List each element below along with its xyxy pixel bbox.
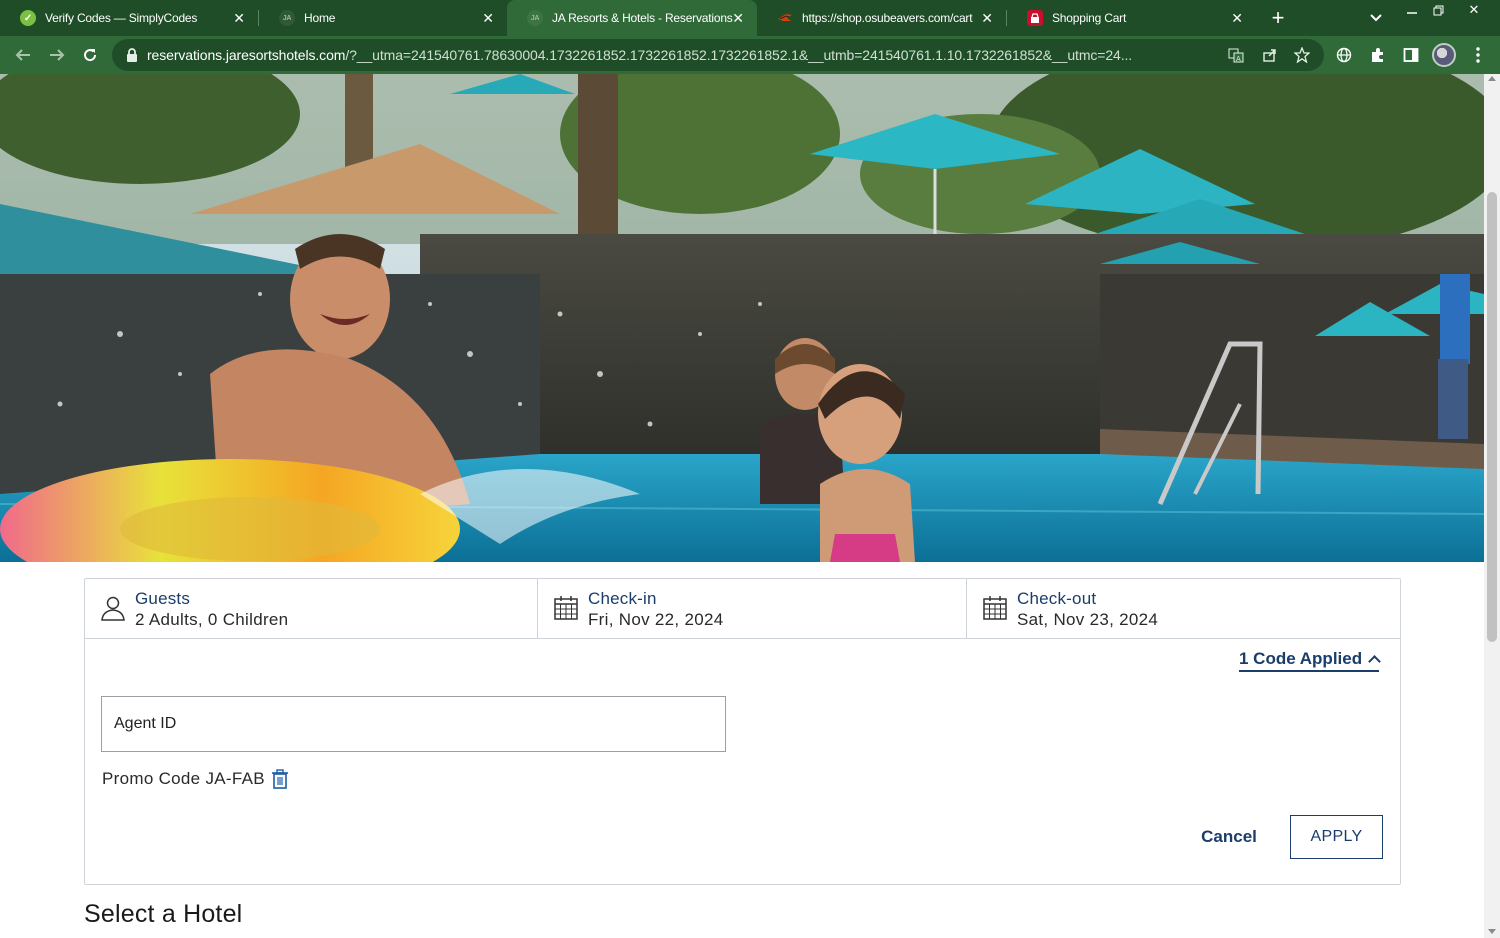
scrollbar-thumb[interactable] bbox=[1487, 192, 1497, 642]
side-panel-icon[interactable] bbox=[1399, 43, 1423, 67]
calendar-icon bbox=[554, 596, 578, 620]
trash-icon[interactable] bbox=[271, 769, 289, 789]
back-arrow-icon[interactable] bbox=[11, 43, 35, 67]
close-tab-icon[interactable]: ✕ bbox=[1228, 9, 1246, 27]
share-icon[interactable] bbox=[1260, 45, 1280, 65]
tab-title: https://shop.osubeavers.com/cart bbox=[802, 11, 973, 25]
tab-title: Home bbox=[304, 11, 336, 25]
tab-home[interactable]: JA Home ✕ bbox=[259, 0, 507, 36]
restore-window-icon[interactable] bbox=[1424, 0, 1452, 20]
promo-code-text: Promo Code JA-FAB bbox=[102, 769, 265, 788]
tab-title: Verify Codes — SimplyCodes bbox=[45, 11, 198, 25]
checkin-value: Fri, Nov 22, 2024 bbox=[588, 610, 724, 629]
guests-label: Guests bbox=[135, 589, 191, 608]
chevron-up-icon bbox=[1368, 655, 1381, 668]
apply-button[interactable]: APPLY bbox=[1290, 815, 1383, 859]
tab-shopping-cart[interactable]: Shopping Cart ✕ bbox=[1007, 0, 1256, 36]
minimize-window-icon[interactable] bbox=[1398, 0, 1426, 20]
tab-verify-codes[interactable]: ✓ Verify Codes — SimplyCodes ✕ bbox=[0, 0, 258, 36]
translate-icon[interactable]: A bbox=[1226, 45, 1246, 65]
new-tab-plus-icon[interactable]: + bbox=[1266, 5, 1290, 30]
bookmark-star-icon[interactable] bbox=[1292, 45, 1312, 65]
person-icon bbox=[101, 596, 125, 621]
simplycodes-check-icon: ✓ bbox=[20, 10, 36, 26]
shopping-cart-store-icon bbox=[1027, 10, 1043, 26]
guests-value: 2 Adults, 0 Children bbox=[135, 610, 289, 629]
close-tab-icon[interactable]: ✕ bbox=[729, 9, 747, 27]
calendar-icon bbox=[983, 596, 1007, 620]
ja-resorts-logo-icon: JA bbox=[279, 10, 295, 26]
tab-title: Shopping Cart bbox=[1052, 11, 1127, 25]
applied-promo-code: Promo Code JA-FAB bbox=[102, 769, 289, 789]
section-title: Select a Hotel bbox=[84, 900, 243, 928]
checkout-label: Check-out bbox=[1017, 589, 1097, 608]
codes-applied-label: 1 Code Applied bbox=[1239, 649, 1363, 668]
guests-selector[interactable]: Guests 2 Adults, 0 Children bbox=[85, 579, 537, 638]
page-scrollbar[interactable] bbox=[1484, 74, 1500, 938]
globe-extension-icon[interactable] bbox=[1332, 43, 1356, 67]
checkout-value: Sat, Nov 23, 2024 bbox=[1017, 610, 1159, 629]
reload-icon[interactable] bbox=[78, 43, 102, 67]
checkin-date-selector[interactable]: Check-in Fri, Nov 22, 2024 bbox=[537, 579, 966, 638]
agent-id-input[interactable] bbox=[101, 696, 726, 752]
tab-search-chevron-icon[interactable] bbox=[1365, 8, 1387, 28]
osu-beavers-logo-icon bbox=[777, 10, 793, 26]
close-tab-icon[interactable]: ✕ bbox=[230, 9, 248, 27]
close-tab-icon[interactable]: ✕ bbox=[978, 9, 996, 27]
cancel-button[interactable]: Cancel bbox=[1190, 815, 1268, 859]
tab-osu-cart[interactable]: https://shop.osubeavers.com/cart ✕ bbox=[757, 0, 1006, 36]
hero-pool-image bbox=[0, 74, 1484, 562]
scroll-up-arrow-icon[interactable] bbox=[1488, 76, 1496, 81]
checkin-label: Check-in bbox=[588, 589, 657, 608]
lock-icon[interactable] bbox=[124, 47, 140, 63]
address-bar[interactable]: reservations.jaresortshotels.com/?__utma… bbox=[112, 39, 1324, 71]
chrome-menu-kebab-icon[interactable] bbox=[1466, 43, 1490, 67]
svg-text:A: A bbox=[1236, 55, 1241, 63]
tab-title: JA Resorts & Hotels - Reservations bbox=[552, 11, 733, 25]
close-window-icon[interactable]: ✕ bbox=[1460, 0, 1488, 20]
checkout-date-selector[interactable]: Check-out Sat, Nov 23, 2024 bbox=[966, 579, 1400, 638]
scroll-down-arrow-icon[interactable] bbox=[1488, 929, 1496, 934]
url-text[interactable]: reservations.jaresortshotels.com/?__utma… bbox=[147, 47, 1217, 63]
profile-avatar[interactable] bbox=[1432, 43, 1456, 67]
tab-ja-reservations[interactable]: JA JA Resorts & Hotels - Reservations ✕ bbox=[507, 0, 757, 36]
browser-tab-strip: ✓ Verify Codes — SimplyCodes ✕ JA Home ✕… bbox=[0, 0, 1500, 36]
page-viewport: Guests 2 Adults, 0 Children Check-in Fri… bbox=[0, 74, 1500, 938]
booking-panel: Guests 2 Adults, 0 Children Check-in Fri… bbox=[84, 578, 1401, 885]
booking-summary-row: Guests 2 Adults, 0 Children Check-in Fri… bbox=[85, 579, 1400, 639]
forward-arrow-icon[interactable] bbox=[45, 43, 69, 67]
browser-toolbar: reservations.jaresortshotels.com/?__utma… bbox=[0, 36, 1500, 74]
extensions-puzzle-icon[interactable] bbox=[1366, 43, 1390, 67]
close-tab-icon[interactable]: ✕ bbox=[479, 9, 497, 27]
ja-resorts-logo-icon: JA bbox=[527, 10, 543, 26]
codes-applied-toggle[interactable]: 1 Code Applied bbox=[1239, 649, 1381, 672]
